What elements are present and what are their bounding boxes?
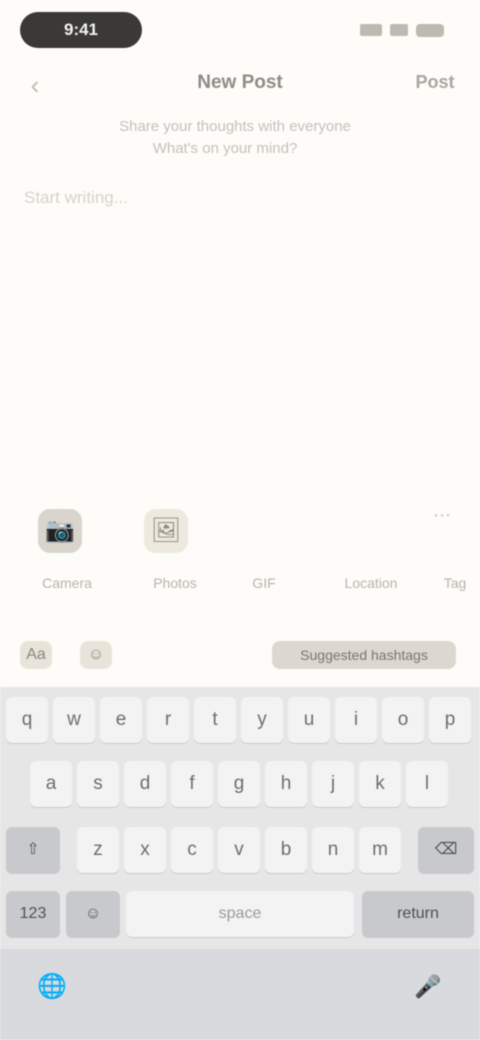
microphone-icon[interactable]: 🎤 [412,971,444,1003]
key-m[interactable]: m [359,827,401,873]
format-text-icon[interactable]: Aa [20,641,52,669]
key-d[interactable]: d [124,761,166,807]
signal-icon [360,24,382,36]
keyboard-row-3: ⇧ z x c v b n m ⌫ [0,827,480,875]
key-n[interactable]: n [312,827,354,873]
keyboard-row-1: q w e r t y u i o p [0,697,480,745]
battery-icon [416,23,444,37]
key-x[interactable]: x [124,827,166,873]
chevron-left-icon: ‹ [30,70,40,100]
emoji-icon: ☺ [84,905,102,922]
key-s[interactable]: s [77,761,119,807]
compose-header: ‹ New Post Post Share your thoughts with… [0,60,480,170]
keyboard-row-2: a s d f g h j k l [0,761,480,809]
key-h[interactable]: h [265,761,307,807]
space-key[interactable]: space [126,891,354,937]
emoji-key[interactable]: ☺ [66,891,120,937]
post-text-editor[interactable]: Start writing... [24,185,456,485]
key-g[interactable]: g [218,761,260,807]
key-f[interactable]: f [171,761,213,807]
editor-placeholder: Start writing... [24,188,128,207]
media-label-gif[interactable]: GIF [216,575,312,603]
key-p[interactable]: p [429,697,471,743]
backspace-icon: ⌫ [434,841,458,858]
media-label-photos[interactable]: Photos [134,575,216,603]
globe-icon[interactable]: 🌐 [36,971,68,1003]
key-e[interactable]: e [100,697,142,743]
key-j[interactable]: j [312,761,354,807]
hashtag-suggestion-button[interactable]: Suggested hashtags [272,641,456,669]
key-y[interactable]: y [241,697,283,743]
more-icon: ⋯ [433,505,451,525]
keyboard-footer: 🌐 🎤 [0,949,480,1040]
gallery-button[interactable]: 🖼 [138,509,194,569]
prompt-text-line-1: Share your thoughts with everyone [119,118,351,135]
key-a[interactable]: a [30,761,72,807]
key-u[interactable]: u [288,697,330,743]
media-label-tag[interactable]: Tag [430,575,480,603]
key-o[interactable]: o [382,697,424,743]
key-t[interactable]: t [194,697,236,743]
post-button[interactable]: Post [406,72,464,98]
more-options-button[interactable]: ⋯ [424,499,460,535]
image-icon: 🖼 [144,509,188,553]
numbers-key[interactable]: 123 [6,891,60,937]
media-label-camera[interactable]: Camera [0,575,134,603]
keyboard-row-4: 123 ☺ space return [0,891,480,939]
back-button[interactable]: ‹ [20,70,50,100]
key-w[interactable]: w [53,697,95,743]
on-screen-keyboard: q w e r t y u i o p a s d f g h j k l ⇧ … [0,687,480,1040]
key-c[interactable]: c [171,827,213,873]
backspace-key[interactable]: ⌫ [418,827,474,873]
return-key[interactable]: return [362,891,474,937]
key-i[interactable]: i [335,697,377,743]
status-icons [360,22,444,38]
prompt-text-line-2: What's on your mind? [152,140,298,157]
key-l[interactable]: l [406,761,448,807]
key-v[interactable]: v [218,827,260,873]
key-b[interactable]: b [265,827,307,873]
media-labels: Camera Photos GIF Location Tag [0,575,480,603]
status-bar: 9:41 [0,0,480,60]
emoji-suggest-icon[interactable]: ☺ [80,641,112,669]
camera-icon: 📷 [38,509,82,553]
camera-button[interactable]: 📷 [32,509,88,569]
key-k[interactable]: k [359,761,401,807]
key-z[interactable]: z [77,827,119,873]
shift-icon: ⇧ [26,841,40,858]
page-title: New Post [197,72,283,93]
compose-screen: 9:41 ‹ New Post Post Share your thoughts… [0,0,480,1040]
shift-key[interactable]: ⇧ [6,827,60,873]
media-label-location[interactable]: Location [312,575,430,603]
media-strip: 📷 🖼 ⋯ Camera Photos GIF Location Tag [0,495,480,615]
key-r[interactable]: r [147,697,189,743]
key-q[interactable]: q [6,697,48,743]
status-time: 9:41 [20,12,142,48]
suggestion-bar: Aa ☺ Suggested hashtags [0,625,480,687]
wifi-icon [390,24,408,36]
